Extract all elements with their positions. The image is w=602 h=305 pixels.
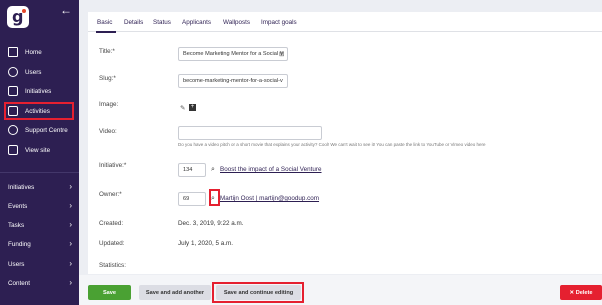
tab-impact-goals[interactable]: Impact goals (261, 19, 297, 26)
translate-icon[interactable]: ⊞ (279, 50, 284, 58)
sidebar-group-label: Content (8, 280, 31, 287)
delete-button[interactable]: ✕ Delete (560, 285, 602, 300)
initiative-id-value: 134 (183, 167, 193, 173)
activities-highlight (4, 102, 74, 120)
sidebar-item-label: Support Centre (25, 126, 68, 134)
monitor-icon (8, 145, 18, 155)
app-logo[interactable]: g (7, 6, 29, 28)
sidebar-group-label: Initiatives (8, 184, 35, 191)
sidebar-group-funding[interactable]: Funding › (0, 237, 79, 255)
chevron-right-icon: › (69, 278, 72, 287)
chevron-right-icon: › (69, 239, 72, 248)
active-tab-indicator (96, 31, 116, 33)
title-input[interactable]: Become Marketing Mentor for a Social V (178, 47, 288, 61)
sidebar-group-tasks[interactable]: Tasks › (0, 218, 79, 236)
sidebar-item-label: Users (25, 68, 42, 76)
updated-value: July 1, 2020, 5 a.m. (178, 240, 233, 247)
sidebar-item-support-centre[interactable]: Support Centre (0, 121, 79, 139)
save-add-another-button[interactable]: Save and add another (139, 285, 211, 300)
owner-id-value: 69 (183, 196, 190, 202)
sidebar-group-users[interactable]: Users › (0, 257, 79, 275)
slug-label: Slug:* (99, 75, 116, 82)
sidebar-group-initiatives[interactable]: Initiatives › (0, 180, 79, 198)
created-label: Created: (99, 220, 124, 227)
initiative-link[interactable]: Boost the impact of a Social Venture (220, 166, 322, 173)
sidebar-item-home[interactable]: Home (0, 43, 79, 61)
sidebar: g ← Home Users Initiatives Activities Su… (0, 0, 79, 305)
statistics-label: Statistics: (99, 262, 126, 269)
sidebar-item-label: Initiatives (25, 87, 52, 95)
sidebar-item-view-site[interactable]: View site (0, 141, 79, 159)
save-continue-button[interactable]: Save and continue editing (216, 285, 301, 300)
search-icon[interactable]: ⌕ (211, 166, 215, 174)
tab-details[interactable]: Details (124, 19, 143, 26)
sidebar-group-events[interactable]: Events › (0, 199, 79, 217)
video-help-text: Do you have a video pitch or a short mov… (178, 142, 486, 147)
slug-value: become-marketing-mentor-for-a-social-v (183, 78, 283, 84)
logo-dot (22, 9, 26, 13)
help-icon (8, 125, 18, 135)
created-value: Dec. 3, 2019, 9:22 a.m. (178, 220, 244, 227)
tab-wallposts[interactable]: Wallposts (223, 19, 250, 26)
sidebar-group-label: Users (8, 261, 25, 268)
sidebar-item-users[interactable]: Users (0, 63, 79, 81)
edit-activity-form: Basic Details Status Applicants Wallpost… (88, 12, 602, 274)
chevron-right-icon: › (69, 201, 72, 210)
edit-icon (8, 86, 18, 96)
tab-status[interactable]: Status (153, 19, 171, 26)
chevron-right-icon: › (69, 182, 72, 191)
title-label: Title:* (99, 48, 115, 55)
slug-input[interactable]: become-marketing-mentor-for-a-social-v (178, 74, 288, 88)
updated-label: Updated: (99, 240, 125, 247)
search-icon[interactable]: ⌕ (211, 195, 215, 203)
image-label: Image: (99, 101, 119, 108)
tab-basic[interactable]: Basic (97, 19, 112, 26)
video-input[interactable] (178, 126, 322, 140)
action-bar: Save Save and add another Save and conti… (79, 275, 602, 305)
owner-label: Owner:* (99, 191, 122, 198)
title-value: Become Marketing Mentor for a Social V (183, 51, 284, 57)
edit-image-icon[interactable]: ✎ (180, 104, 185, 112)
home-icon (8, 47, 18, 57)
initiative-label: Initiative:* (99, 162, 127, 169)
sidebar-item-label: View site (25, 146, 51, 154)
tab-applicants[interactable]: Applicants (182, 19, 211, 26)
save-button[interactable]: Save (88, 285, 131, 300)
owner-id-input[interactable]: 69 (178, 192, 206, 206)
sidebar-divider (0, 172, 79, 173)
chevron-right-icon: › (69, 220, 72, 229)
chevron-right-icon: › (69, 259, 72, 268)
sidebar-item-initiatives[interactable]: Initiatives (0, 82, 79, 100)
sidebar-item-label: Home (25, 48, 42, 56)
initiative-id-input[interactable]: 134 (178, 163, 206, 177)
sidebar-group-label: Events (8, 203, 28, 210)
sidebar-group-content[interactable]: Content › (0, 276, 79, 294)
sidebar-group-label: Funding (8, 241, 31, 248)
owner-link[interactable]: Martijn Oost | martijn@goodup.com (220, 195, 319, 202)
tab-bar: Basic Details Status Applicants Wallpost… (88, 12, 602, 33)
video-label: Video: (99, 128, 117, 135)
left-arrow-icon[interactable]: ← (60, 3, 72, 17)
sidebar-group-label: Tasks (8, 222, 25, 229)
user-icon (8, 67, 18, 77)
add-image-icon[interactable]: + (189, 104, 196, 111)
